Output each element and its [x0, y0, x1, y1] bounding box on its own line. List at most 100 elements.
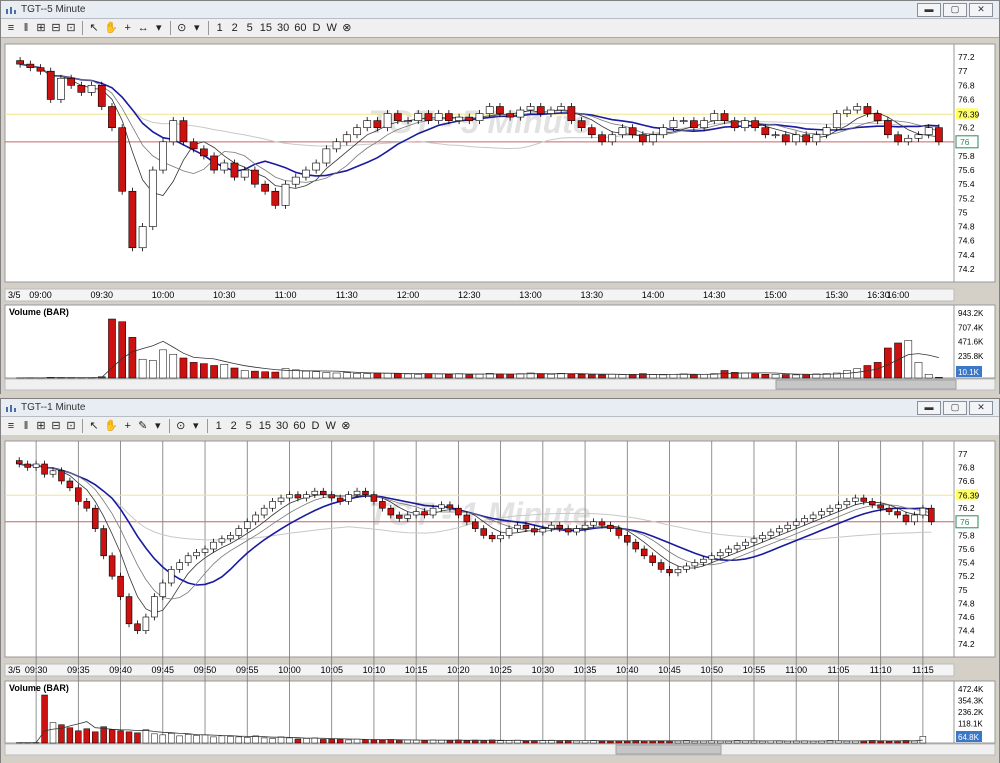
toolbar-button[interactable]: 15 [258, 419, 272, 433]
candle[interactable] [230, 162, 239, 178]
candle[interactable] [750, 538, 758, 543]
volume-bar[interactable] [75, 730, 82, 744]
candle[interactable] [87, 85, 96, 93]
volume-bar[interactable] [919, 736, 927, 744]
volume-bar[interactable] [230, 367, 239, 379]
candle[interactable] [548, 524, 555, 529]
volume-bar[interactable] [260, 737, 268, 744]
candle[interactable] [615, 528, 623, 536]
volume-bar[interactable] [674, 740, 682, 744]
toolbar-button[interactable]: 5 [243, 419, 255, 433]
volume-bar[interactable] [303, 738, 310, 744]
candle[interactable] [118, 127, 127, 192]
candle[interactable] [725, 548, 732, 553]
volume-bar[interactable] [320, 739, 327, 744]
volume-bar[interactable] [394, 373, 402, 379]
volume-bar[interactable] [720, 370, 729, 379]
volume-bar[interactable] [802, 373, 811, 379]
volume-bar[interactable] [311, 737, 319, 744]
volume-bar[interactable] [210, 736, 217, 744]
candle[interactable] [590, 521, 597, 526]
candle[interactable] [598, 521, 606, 526]
candle[interactable] [176, 562, 183, 570]
volume-bar[interactable] [125, 731, 133, 744]
volume-bar[interactable] [497, 740, 504, 744]
volume-bar[interactable] [128, 337, 137, 379]
candle[interactable] [496, 106, 504, 114]
volume-bar[interactable] [608, 373, 617, 379]
candle[interactable] [911, 514, 918, 523]
volume-bar[interactable] [336, 739, 344, 744]
volume-bar[interactable] [189, 362, 198, 379]
volume-bar[interactable] [465, 374, 474, 379]
candle[interactable] [396, 514, 403, 519]
candle[interactable] [210, 155, 218, 171]
candle[interactable] [649, 134, 657, 143]
candle[interactable] [220, 162, 229, 171]
candle[interactable] [91, 507, 99, 529]
candle[interactable] [148, 169, 157, 227]
candle[interactable] [628, 127, 637, 136]
candle[interactable] [700, 558, 707, 563]
candle[interactable] [159, 141, 167, 171]
volume-bar[interactable] [587, 374, 596, 379]
candle[interactable] [67, 77, 76, 86]
candle[interactable] [624, 535, 631, 543]
candle[interactable] [41, 463, 48, 475]
candle[interactable] [455, 116, 463, 121]
volume-bar[interactable] [781, 374, 790, 379]
candle[interactable] [193, 552, 200, 557]
candle[interactable] [710, 113, 719, 121]
candle[interactable] [252, 514, 259, 523]
toolbar-button[interactable]: 30 [275, 419, 289, 433]
candle[interactable] [32, 463, 40, 468]
volume-bar[interactable] [117, 730, 124, 744]
volume-bar[interactable] [302, 370, 310, 379]
candle[interactable] [640, 548, 648, 557]
volume-bar[interactable] [522, 740, 530, 744]
candle[interactable] [761, 127, 770, 136]
volume-bar[interactable] [935, 377, 943, 379]
volume-bar[interactable] [556, 740, 563, 744]
volume-bar[interactable] [404, 373, 412, 379]
toolbar-button[interactable]: ✋ [103, 419, 119, 433]
volume-bar[interactable] [342, 372, 351, 379]
candle[interactable] [373, 120, 382, 128]
candle[interactable] [683, 565, 690, 570]
candle[interactable] [16, 60, 24, 65]
volume-bar[interactable] [118, 321, 127, 379]
close-button[interactable]: ✕ [969, 400, 993, 415]
toolbar-button[interactable]: ⊗ [340, 419, 352, 433]
candle[interactable] [75, 487, 82, 502]
candle[interactable] [894, 511, 901, 516]
toolbar-button[interactable]: ↖ [88, 419, 100, 433]
toolbar-button[interactable]: 5 [244, 21, 256, 35]
toolbar-button[interactable]: ✎ [137, 419, 149, 433]
volume-bar[interactable] [536, 373, 545, 379]
volume-bar[interactable] [618, 374, 627, 379]
candle[interactable] [674, 569, 682, 574]
candle[interactable] [281, 183, 290, 206]
candle[interactable] [117, 575, 124, 597]
candle[interactable] [877, 504, 884, 509]
candle[interactable] [271, 190, 280, 206]
volume-bar[interactable] [286, 737, 293, 744]
candle[interactable] [15, 460, 23, 465]
candle[interactable] [581, 524, 589, 529]
volume-bar[interactable] [659, 374, 668, 379]
toolbar-button[interactable]: 15 [259, 21, 273, 35]
volume-bar[interactable] [277, 736, 285, 744]
toolbar-button[interactable]: ⊞ [35, 419, 47, 433]
toolbar-button[interactable]: D [309, 419, 321, 433]
candle[interactable] [659, 127, 668, 136]
candle[interactable] [742, 541, 749, 546]
volume-bar[interactable] [691, 740, 699, 744]
chart-area[interactable]: TGT - 5 Minute09:00 09:30 10:00 10:30 11:00 1… [1, 38, 999, 394]
candle[interactable] [556, 524, 563, 529]
candle[interactable] [345, 494, 352, 502]
candle[interactable] [894, 134, 902, 143]
candle[interactable] [404, 120, 412, 122]
volume-bar[interactable] [421, 740, 428, 744]
candle[interactable] [251, 169, 259, 185]
candle[interactable] [83, 501, 91, 509]
